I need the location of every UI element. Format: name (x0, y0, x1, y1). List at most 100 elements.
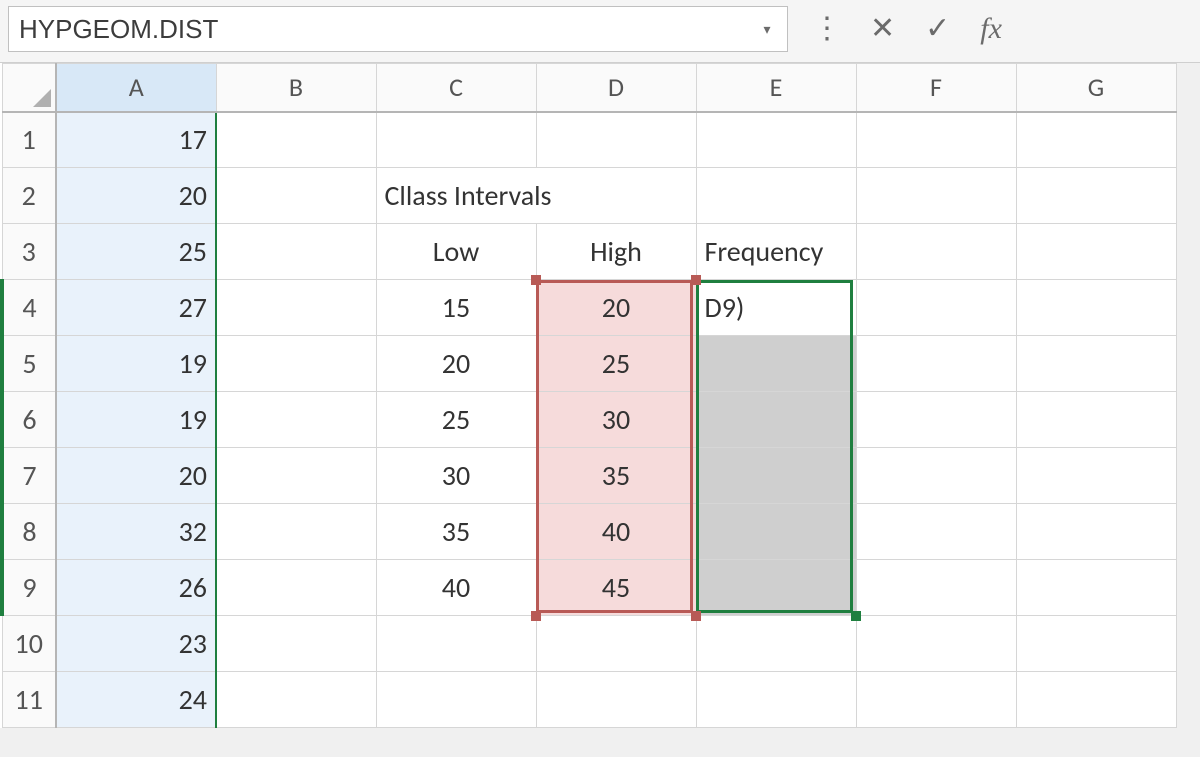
cell-E1[interactable] (696, 112, 856, 168)
cell-G2[interactable] (1016, 168, 1176, 224)
col-header-D[interactable]: D (536, 64, 696, 112)
enter-button[interactable]: ✓ (925, 14, 950, 44)
name-box[interactable]: ▾ (8, 6, 788, 52)
cell-F8[interactable] (856, 504, 1016, 560)
cell-F3[interactable] (856, 224, 1016, 280)
cell-A1[interactable]: 17 (56, 112, 216, 168)
row-header-4[interactable]: 4 (2, 280, 56, 336)
cell-C2[interactable]: Cllass Intervals (376, 168, 696, 224)
col-header-B[interactable]: B (216, 64, 376, 112)
col-header-C[interactable]: C (376, 64, 536, 112)
cell-B1[interactable] (216, 112, 376, 168)
cell-F7[interactable] (856, 448, 1016, 504)
col-header-F[interactable]: F (856, 64, 1016, 112)
cell-F2[interactable] (856, 168, 1016, 224)
cell-A11[interactable]: 24 (56, 672, 216, 728)
cell-A3[interactable]: 25 (56, 224, 216, 280)
cell-G10[interactable] (1016, 616, 1176, 672)
spreadsheet-grid[interactable]: A B C D E F G 1 17 2 20 Cllass Intervals (0, 63, 1177, 728)
cell-C8[interactable]: 35 (376, 504, 536, 560)
cell-D5[interactable]: 25 (536, 336, 696, 392)
cell-A10[interactable]: 23 (56, 616, 216, 672)
cell-C3[interactable]: Low (376, 224, 536, 280)
row-header-5[interactable]: 5 (2, 336, 56, 392)
cell-E2[interactable] (696, 168, 856, 224)
cell-B11[interactable] (216, 672, 376, 728)
cell-G4[interactable] (1016, 280, 1176, 336)
cell-E8[interactable] (696, 504, 856, 560)
cell-A7[interactable]: 20 (56, 448, 216, 504)
row-header-10[interactable]: 10 (2, 616, 56, 672)
cell-F1[interactable] (856, 112, 1016, 168)
cell-D8[interactable]: 40 (536, 504, 696, 560)
cell-A6[interactable]: 19 (56, 392, 216, 448)
cell-C4[interactable]: 15 (376, 280, 536, 336)
cell-E11[interactable] (696, 672, 856, 728)
cell-E3[interactable]: Frequency (696, 224, 856, 280)
cell-B5[interactable] (216, 336, 376, 392)
cell-B6[interactable] (216, 392, 376, 448)
cell-B10[interactable] (216, 616, 376, 672)
cell-G9[interactable] (1016, 560, 1176, 616)
cell-D9[interactable]: 45 (536, 560, 696, 616)
cell-B9[interactable] (216, 560, 376, 616)
row-header-3[interactable]: 3 (2, 224, 56, 280)
cell-C11[interactable] (376, 672, 536, 728)
cell-G3[interactable] (1016, 224, 1176, 280)
name-box-input[interactable] (8, 6, 788, 52)
cell-G7[interactable] (1016, 448, 1176, 504)
name-box-dropdown-icon[interactable]: ▾ (752, 12, 782, 46)
cell-C1[interactable] (376, 112, 536, 168)
row-header-8[interactable]: 8 (2, 504, 56, 560)
row-header-11[interactable]: 11 (2, 672, 56, 728)
cell-A8[interactable]: 32 (56, 504, 216, 560)
cell-E5[interactable] (696, 336, 856, 392)
cell-E9[interactable] (696, 560, 856, 616)
cell-C9[interactable]: 40 (376, 560, 536, 616)
row-header-6[interactable]: 6 (2, 392, 56, 448)
row-header-7[interactable]: 7 (2, 448, 56, 504)
cell-A9[interactable]: 26 (56, 560, 216, 616)
cell-D10[interactable] (536, 616, 696, 672)
cell-C6[interactable]: 25 (376, 392, 536, 448)
row-header-9[interactable]: 9 (2, 560, 56, 616)
insert-function-button[interactable]: fx (980, 14, 1002, 44)
cell-C5[interactable]: 20 (376, 336, 536, 392)
col-header-A[interactable]: A (56, 64, 216, 112)
cell-G11[interactable] (1016, 672, 1176, 728)
cell-C10[interactable] (376, 616, 536, 672)
col-header-E[interactable]: E (696, 64, 856, 112)
cell-B8[interactable] (216, 504, 376, 560)
cell-B2[interactable] (216, 168, 376, 224)
cell-E4[interactable]: D9) (696, 280, 856, 336)
cell-B4[interactable] (216, 280, 376, 336)
cell-D11[interactable] (536, 672, 696, 728)
cell-B7[interactable] (216, 448, 376, 504)
select-all-corner[interactable] (2, 64, 56, 112)
cancel-button[interactable]: ✕ (870, 14, 895, 44)
cell-G8[interactable] (1016, 504, 1176, 560)
cell-G5[interactable] (1016, 336, 1176, 392)
cell-F9[interactable] (856, 560, 1016, 616)
col-header-G[interactable]: G (1016, 64, 1176, 112)
cell-F5[interactable] (856, 336, 1016, 392)
cell-F4[interactable] (856, 280, 1016, 336)
row-header-1[interactable]: 1 (2, 112, 56, 168)
cell-A2[interactable]: 20 (56, 168, 216, 224)
cell-D7[interactable]: 35 (536, 448, 696, 504)
cell-B3[interactable] (216, 224, 376, 280)
cell-F10[interactable] (856, 616, 1016, 672)
cell-D6[interactable]: 30 (536, 392, 696, 448)
cell-G1[interactable] (1016, 112, 1176, 168)
cell-E6[interactable] (696, 392, 856, 448)
cell-A4[interactable]: 27 (56, 280, 216, 336)
cell-A5[interactable]: 19 (56, 336, 216, 392)
cell-F6[interactable] (856, 392, 1016, 448)
cell-D1[interactable] (536, 112, 696, 168)
row-header-2[interactable]: 2 (2, 168, 56, 224)
cell-D4[interactable]: 20 (536, 280, 696, 336)
cell-D3[interactable]: High (536, 224, 696, 280)
cell-G6[interactable] (1016, 392, 1176, 448)
cell-C7[interactable]: 30 (376, 448, 536, 504)
cell-E7[interactable] (696, 448, 856, 504)
